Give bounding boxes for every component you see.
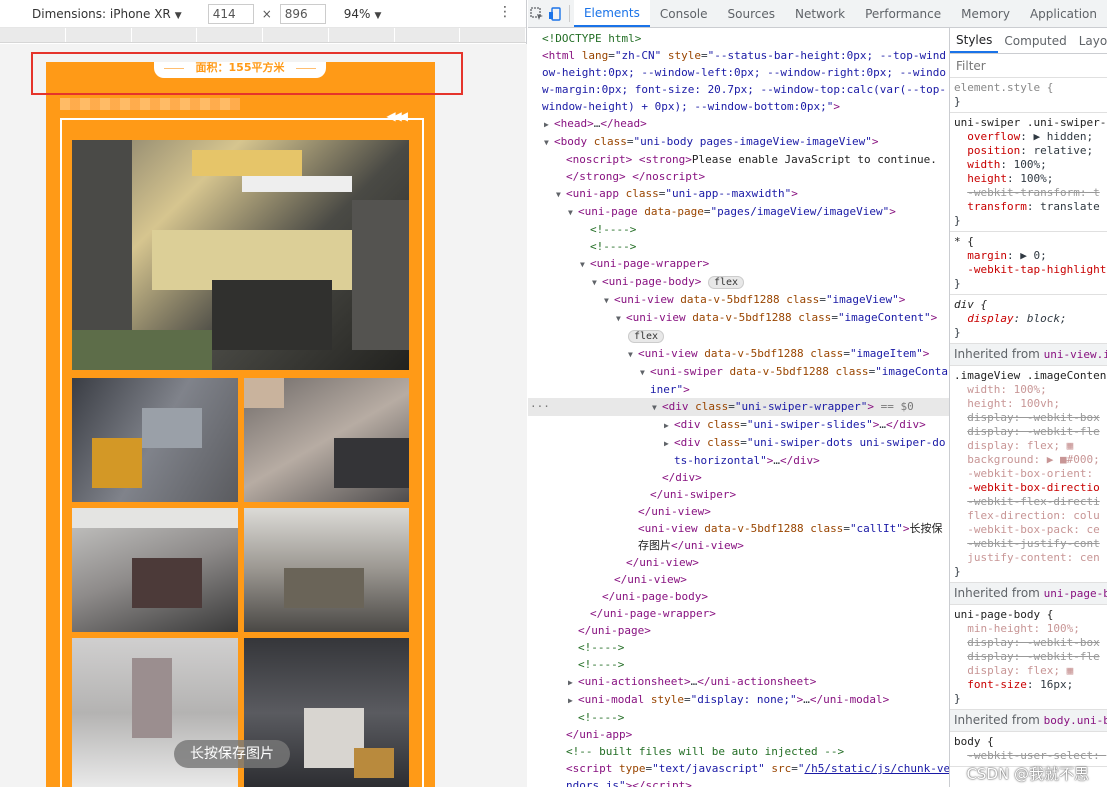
toolbar-divider <box>569 5 570 22</box>
tab-network[interactable]: Network <box>785 0 855 27</box>
tab-elements[interactable]: Elements <box>573 0 650 27</box>
device-preview-panel: Dimensions: iPhone XR▼ × 94%▼ ⋮ 面积：155平方… <box>0 0 527 787</box>
tab-console[interactable]: Console <box>650 0 718 27</box>
more-options-icon[interactable]: ⋮ <box>498 5 512 19</box>
dimension-separator: × <box>261 6 272 21</box>
rule-div[interactable]: div { display: block; } <box>950 295 1107 344</box>
devtools-panel: Elements Console Sources Network Perform… <box>528 0 1107 787</box>
media-query-ruler[interactable] <box>0 28 526 43</box>
room-photo-2[interactable] <box>72 378 238 502</box>
inherited-from-uni-page-body: Inherited from uni-page-bo <box>950 583 1107 605</box>
red-highlight-box <box>31 52 463 95</box>
room-photo-5[interactable] <box>244 508 409 632</box>
devtools-tab-bar: Elements Console Sources Network Perform… <box>528 0 1107 28</box>
device-height-input[interactable] <box>279 3 326 24</box>
room-photo-3[interactable] <box>244 378 409 502</box>
room-photo-main[interactable] <box>72 140 409 370</box>
rule-imageview[interactable]: .imageView .imageConten width: 100%; hei… <box>950 366 1107 583</box>
tab-layout[interactable]: Layo <box>1073 28 1107 53</box>
rule-element-style[interactable]: element.style { } <box>950 78 1107 113</box>
csdn-watermark: CSDN @我就不思 <box>966 765 1089 783</box>
chevron-down-icon: ▼ <box>174 10 182 21</box>
chevron-down-icon: ▼ <box>374 10 382 21</box>
device-dimensions-label: Dimensions: iPhone XR <box>32 6 171 21</box>
styles-filter-input[interactable]: Filter <box>950 54 1107 78</box>
inherited-from-uni-view: Inherited from uni-view.im <box>950 344 1107 366</box>
rule-uni-swiper[interactable]: uni-swiper .uni-swiper- overflow: ▶ hidd… <box>950 113 1107 232</box>
styles-tab-bar: Styles Computed Layo <box>950 28 1107 54</box>
device-toolbar-toggle-icon[interactable] <box>547 0 566 27</box>
rule-body[interactable]: body { -webkit-user-select: <box>950 732 1107 767</box>
device-dimensions-dropdown[interactable]: Dimensions: iPhone XR ▼ <box>32 7 182 21</box>
inherited-from-body: Inherited from body.uni-bo <box>950 710 1107 732</box>
selected-dom-node[interactable]: ··· ▼ <div class="uni-swiper-wrapper"> == … <box>528 398 949 416</box>
zoom-dropdown[interactable]: 94% ▼ <box>344 7 382 21</box>
rule-uni-page-body[interactable]: uni-page-body { min-height: 100%; displa… <box>950 605 1107 710</box>
inspect-element-icon[interactable] <box>528 0 547 27</box>
tab-styles[interactable]: Styles <box>950 28 999 53</box>
elements-dom-tree[interactable]: <!DOCTYPE html> <html lang="zh-CN" style… <box>528 28 949 787</box>
styles-pane: Styles Computed Layo Filter element.styl… <box>949 28 1107 787</box>
device-width-input[interactable] <box>207 3 254 24</box>
save-image-button[interactable]: 长按保存图片 <box>174 740 290 768</box>
zoom-label: 94% <box>343 6 371 21</box>
tab-performance[interactable]: Performance <box>855 0 951 27</box>
tab-computed[interactable]: Computed <box>998 28 1072 53</box>
phone-viewport: 面积：155平方米 ◀◀◀ 长按保存图片 <box>46 62 435 787</box>
tab-sources[interactable]: Sources <box>718 0 785 27</box>
room-photo-4[interactable] <box>72 508 238 632</box>
tab-memory[interactable]: Memory <box>951 0 1020 27</box>
tab-application[interactable]: Application <box>1020 0 1107 27</box>
blurred-header-text <box>60 98 240 110</box>
rule-universal[interactable]: * { margin: ▶ 0; -webkit-tap-highlight } <box>950 232 1107 295</box>
device-toolbar: Dimensions: iPhone XR▼ × 94%▼ ⋮ <box>0 0 526 28</box>
device-canvas: 面积：155平方米 ◀◀◀ 长按保存图片 <box>0 44 527 787</box>
